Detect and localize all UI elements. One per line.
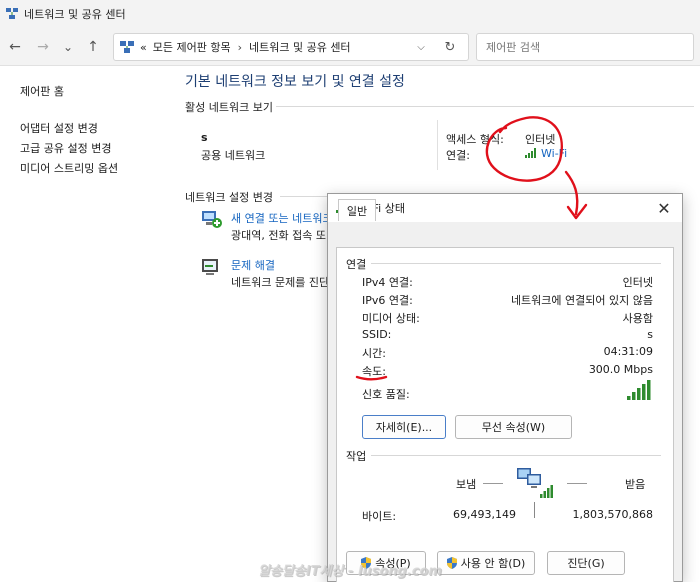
signal-bar: [637, 388, 641, 400]
access-type-value: 인터넷: [525, 133, 556, 146]
disable-button[interactable]: 사용 안 함(D): [437, 551, 535, 575]
bytes-sent-value: 69,493,149: [453, 508, 516, 521]
divider: [371, 263, 661, 264]
back-arrow-icon: ←: [9, 39, 21, 55]
breadcrumb-network-center[interactable]: 네트워크 및 공유 센터: [249, 39, 351, 55]
sent-label: 보냄: [456, 478, 477, 491]
control-panel-home-link[interactable]: 제어판 홈: [20, 83, 118, 99]
divider: [276, 106, 694, 107]
recent-locations-button[interactable]: ⌄: [58, 37, 78, 57]
media-state-value: 사용함: [622, 312, 653, 325]
network-center-icon: [120, 41, 134, 53]
breadcrumb-control-panel[interactable]: 모든 제어판 항목: [153, 39, 231, 55]
troubleshoot-description: 네트워크 문제를 진단: [231, 276, 330, 289]
bytes-received-value: 1,803,570,868: [572, 508, 653, 521]
ipv4-value: 인터넷: [622, 276, 653, 289]
wireless-properties-button[interactable]: 무선 속성(W): [455, 415, 572, 439]
troubleshoot-icon: [202, 259, 218, 275]
divider: [483, 483, 503, 484]
wifi-link-label[interactable]: Wi-Fi: [541, 147, 567, 160]
signal-bar: [647, 380, 651, 400]
refresh-button[interactable]: ↻: [440, 37, 460, 57]
signal-quality-icon: [627, 380, 651, 400]
navigation-toolbar: ← → ⌄ ↑ « 모든 제어판 항목 › 네트워크 및 공유 센터 ⌵ ↻ 제…: [0, 28, 700, 66]
refresh-icon: ↻: [444, 39, 456, 55]
network-type-link[interactable]: 공용 네트워크: [201, 147, 265, 163]
speed-value: 300.0 Mbps: [588, 363, 653, 376]
divider: [567, 483, 587, 484]
signal-bar: [627, 396, 631, 400]
title-bar: 네트워크 및 공유 센터: [0, 0, 700, 28]
search-input[interactable]: 제어판 검색: [476, 33, 694, 61]
network-name: s: [201, 131, 208, 144]
duration-label: 시간:: [362, 347, 386, 360]
connection-label: 연결:: [446, 149, 470, 162]
address-dropdown-button[interactable]: ⌵: [411, 37, 431, 57]
divider: [280, 196, 327, 197]
network-center-icon: [6, 8, 18, 19]
new-connection-description: 광대역, 전화 접속 또: [231, 229, 326, 242]
wifi-connection-link[interactable]: Wi-Fi: [525, 147, 567, 160]
sidebar-item-adapter-settings[interactable]: 어댑터 설정 변경: [20, 119, 118, 139]
divider: [437, 120, 438, 170]
active-networks-heading: 활성 네트워크 보기: [185, 101, 273, 114]
back-button[interactable]: ←: [5, 37, 25, 57]
tab-bar: [328, 222, 682, 248]
up-arrow-icon: ↑: [87, 39, 99, 55]
signal-quality-label: 신호 품질:: [362, 388, 410, 401]
close-icon: ✕: [657, 198, 671, 218]
page-title: 기본 네트워크 정보 보기 및 연결 설정: [185, 74, 405, 90]
watermark: 알송달송IT세상 - lusong.com: [258, 564, 442, 579]
ssid-value: s: [647, 328, 653, 341]
diagnose-button[interactable]: 진단(G): [547, 551, 625, 575]
media-state-label: 미디어 상태:: [362, 312, 420, 325]
connection-group-label: 연결: [346, 258, 367, 271]
network-activity-icon: [517, 468, 553, 498]
breadcrumb-separator-icon[interactable]: ›: [238, 41, 242, 54]
window-title: 네트워크 및 공유 센터: [24, 8, 126, 21]
activity-group-label: 작업: [346, 450, 367, 463]
dialog-title-bar: Wi-Fi 상태: [328, 194, 682, 222]
signal-bar: [632, 392, 636, 400]
ssid-label: SSID:: [362, 328, 392, 341]
new-connection-link[interactable]: 새 연결 또는 네트워크: [231, 210, 333, 226]
breadcrumb-prefix[interactable]: «: [140, 41, 147, 54]
chevron-down-icon: ⌵: [417, 41, 425, 53]
sidebar-item-media-streaming[interactable]: 미디어 스트리밍 옵션: [20, 159, 118, 179]
speed-label: 속도:: [362, 365, 386, 378]
dialog-tab-panel: 연결 IPv4 연결: 인터넷 IPv6 연결: 네트워크에 연결되어 있지 않…: [336, 247, 674, 582]
bytes-label: 바이트:: [362, 510, 397, 523]
sidebar: 제어판 홈 어댑터 설정 변경 고급 공유 설정 변경 미디어 스트리밍 옵션: [20, 80, 118, 179]
new-connection-icon: [202, 211, 222, 228]
ipv6-label: IPv6 연결:: [362, 294, 413, 307]
received-label: 받음: [625, 478, 646, 491]
divider: [534, 502, 535, 518]
tab-general[interactable]: 일반: [338, 199, 376, 221]
forward-button[interactable]: →: [33, 37, 53, 57]
access-type-label: 액세스 형식:: [446, 133, 504, 146]
signal-bar: [642, 384, 646, 400]
sidebar-item-advanced-sharing[interactable]: 고급 공유 설정 변경: [20, 139, 118, 159]
troubleshoot-link[interactable]: 문제 해결: [231, 257, 275, 273]
duration-value: 04:31:09: [603, 345, 653, 358]
chevron-down-icon: ⌄: [62, 40, 74, 54]
disable-button-label: 사용 안 함(D): [460, 557, 526, 570]
forward-arrow-icon: →: [37, 39, 49, 55]
ipv6-value: 네트워크에 연결되어 있지 않음: [510, 294, 653, 307]
wifi-status-dialog: Wi-Fi 상태 ✕ 연결 IPv4 연결: 인터넷 IPv6 연결: 네트워크…: [327, 193, 683, 582]
divider: [371, 455, 661, 456]
details-button[interactable]: 자세히(E)...: [362, 415, 446, 439]
ipv4-label: IPv4 연결:: [362, 276, 413, 289]
wifi-signal-icon: [525, 148, 536, 158]
search-placeholder: 제어판 검색: [486, 41, 541, 54]
shield-icon: [446, 557, 457, 569]
up-button[interactable]: ↑: [83, 37, 103, 57]
close-button[interactable]: ✕: [654, 198, 674, 218]
change-settings-heading: 네트워크 설정 변경: [185, 191, 273, 204]
